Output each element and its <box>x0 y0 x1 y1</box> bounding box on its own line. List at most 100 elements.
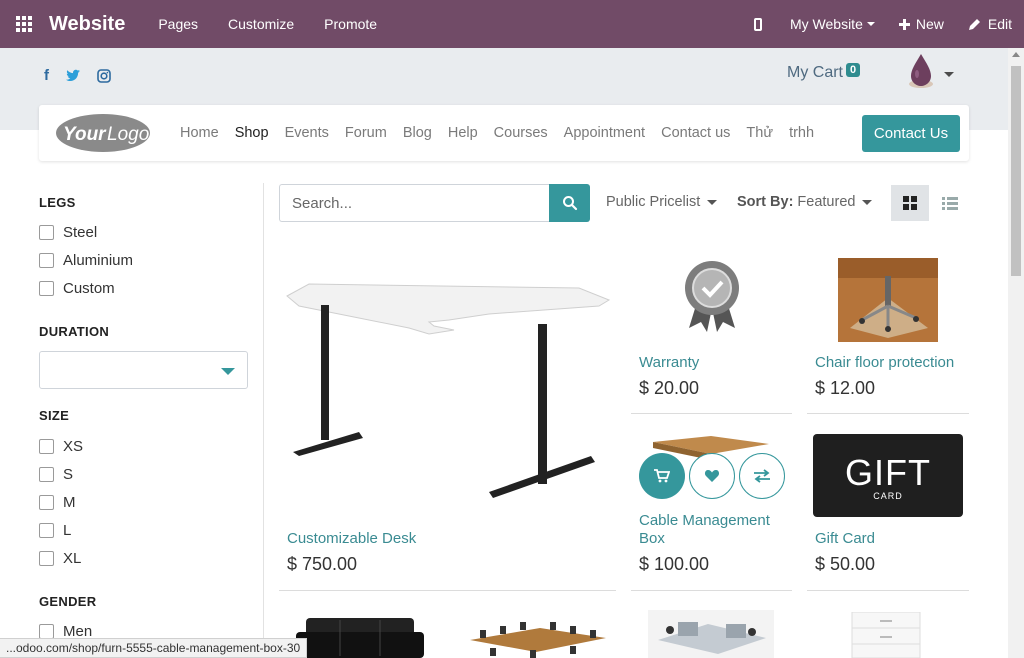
add-to-cart-button[interactable] <box>639 453 685 499</box>
chair-mat-image <box>838 258 938 342</box>
facebook-icon[interactable]: f <box>44 67 49 84</box>
option-label: Men <box>63 622 93 640</box>
product-price: $ 750.00 <box>287 554 358 574</box>
product-card[interactable]: Customizable Desk $ 750.00 <box>279 240 616 591</box>
option-label: Steel <box>63 223 98 241</box>
checkbox[interactable] <box>39 438 54 454</box>
filter-title-size: SIZE <box>39 408 70 423</box>
company-logo[interactable]: Your Logo <box>55 113 151 153</box>
product-card[interactable]: Warranty $ 20.00 <box>631 240 792 414</box>
nav-thu[interactable]: Thử <box>746 125 773 141</box>
nav-home[interactable]: Home <box>180 125 219 141</box>
nav-appointment[interactable]: Appointment <box>564 125 645 141</box>
website-switcher[interactable]: My Website <box>790 16 875 32</box>
filter-option[interactable]: Custom <box>39 274 249 302</box>
checkbox[interactable] <box>39 494 54 510</box>
website-admin-bar: Website Pages Customize Promote My Websi… <box>0 0 1024 48</box>
nav-help[interactable]: Help <box>448 125 478 141</box>
nav-courses[interactable]: Courses <box>494 125 548 141</box>
caret-down-icon <box>866 22 875 26</box>
conference-table-image[interactable] <box>460 620 610 658</box>
mobile-preview-button[interactable] <box>753 17 766 31</box>
menu-promote[interactable]: Promote <box>324 16 377 32</box>
compare-button[interactable] <box>739 453 785 499</box>
product-name[interactable]: Cable Management Box <box>639 512 789 548</box>
exchange-arrows-icon <box>754 469 770 483</box>
heart-icon <box>704 470 720 482</box>
option-label: XS <box>63 437 84 455</box>
checkbox[interactable] <box>39 280 54 296</box>
filter-option[interactable]: XS <box>39 432 249 460</box>
checkbox[interactable] <box>39 466 54 482</box>
product-name[interactable]: Customizable Desk <box>287 530 416 548</box>
filter-title-legs: LEGS <box>39 195 76 210</box>
option-label: L <box>63 521 72 539</box>
search-button[interactable] <box>549 184 590 222</box>
scrollbar-thumb[interactable] <box>1011 66 1021 276</box>
product-card[interactable]: GIFT CARD Gift Card $ 50.00 <box>807 428 969 591</box>
nav-events[interactable]: Events <box>285 125 329 141</box>
checkbox[interactable] <box>39 623 54 639</box>
page-scrollbar[interactable] <box>1008 48 1024 658</box>
product-price: $ 50.00 <box>815 554 876 574</box>
caret-down-icon <box>707 199 718 205</box>
pricelist-dropdown[interactable]: Public Pricelist <box>606 194 718 210</box>
menu-pages[interactable]: Pages <box>158 16 198 32</box>
checkbox[interactable] <box>39 224 54 240</box>
my-cart-link[interactable]: My Cart 0 <box>787 63 861 82</box>
product-name[interactable]: Chair floor protection <box>815 354 954 372</box>
filter-option[interactable]: XL <box>39 544 249 572</box>
nav-trhh[interactable]: trhh <box>789 125 814 141</box>
filter-title-gender: GENDER <box>39 594 97 609</box>
apps-menu-button[interactable] <box>0 0 48 48</box>
duration-select[interactable] <box>39 351 248 389</box>
nav-forum[interactable]: Forum <box>345 125 387 141</box>
scroll-up-arrow-icon[interactable] <box>1012 52 1020 57</box>
checkbox[interactable] <box>39 522 54 538</box>
svg-text:Your: Your <box>63 124 107 145</box>
add-to-wishlist-button[interactable] <box>689 453 735 499</box>
product-quick-actions <box>639 453 789 499</box>
sofa-image[interactable] <box>296 612 424 658</box>
option-label: Custom <box>63 279 115 297</box>
nav-shop[interactable]: Shop <box>235 125 269 141</box>
filter-option[interactable]: L <box>39 516 249 544</box>
size-options: XS S M L XL <box>39 432 249 572</box>
contact-us-button[interactable]: Contact Us <box>862 115 960 152</box>
mobile-phone-icon <box>753 17 762 31</box>
pricelist-label: Public Pricelist <box>606 194 701 210</box>
filter-option[interactable]: M <box>39 488 249 516</box>
product-search-input[interactable]: Search... <box>279 184 551 222</box>
office-workstation-image[interactable] <box>648 610 774 658</box>
drawer-cabinet-image[interactable] <box>846 612 926 658</box>
user-avatar[interactable] <box>905 50 937 90</box>
option-label: M <box>63 493 76 511</box>
checkbox[interactable] <box>39 252 54 268</box>
product-name[interactable]: Gift Card <box>815 530 875 548</box>
checkbox[interactable] <box>39 550 54 566</box>
nav-blog[interactable]: Blog <box>403 125 432 141</box>
sort-dropdown[interactable]: Sort By: Featured <box>737 194 873 210</box>
dropdown-triangle-icon <box>221 368 235 375</box>
filter-option[interactable]: S <box>39 460 249 488</box>
grid-view-button[interactable] <box>891 185 929 221</box>
instagram-icon[interactable] <box>97 68 111 83</box>
edit-button[interactable]: Edit <box>968 16 1012 32</box>
product-price: $ 20.00 <box>639 378 700 398</box>
list-view-button[interactable] <box>931 185 969 221</box>
filter-title-duration: DURATION <box>39 324 110 339</box>
filter-option[interactable]: Aluminium <box>39 246 249 274</box>
cart-label: My Cart <box>787 64 843 81</box>
menu-customize[interactable]: Customize <box>228 16 294 32</box>
twitter-icon[interactable] <box>65 69 81 83</box>
product-price: $ 100.00 <box>639 554 710 574</box>
nav-contact-us[interactable]: Contact us <box>661 125 730 141</box>
caret-down-icon <box>862 199 873 205</box>
shopping-cart-icon <box>654 469 670 483</box>
filter-option[interactable]: Steel <box>39 218 249 246</box>
option-label: XL <box>63 549 82 567</box>
user-menu-caret-icon[interactable] <box>944 72 954 77</box>
new-content-button[interactable]: New <box>898 16 944 32</box>
product-name[interactable]: Warranty <box>639 354 699 372</box>
product-card[interactable]: Chair floor protection $ 12.00 <box>807 240 969 414</box>
